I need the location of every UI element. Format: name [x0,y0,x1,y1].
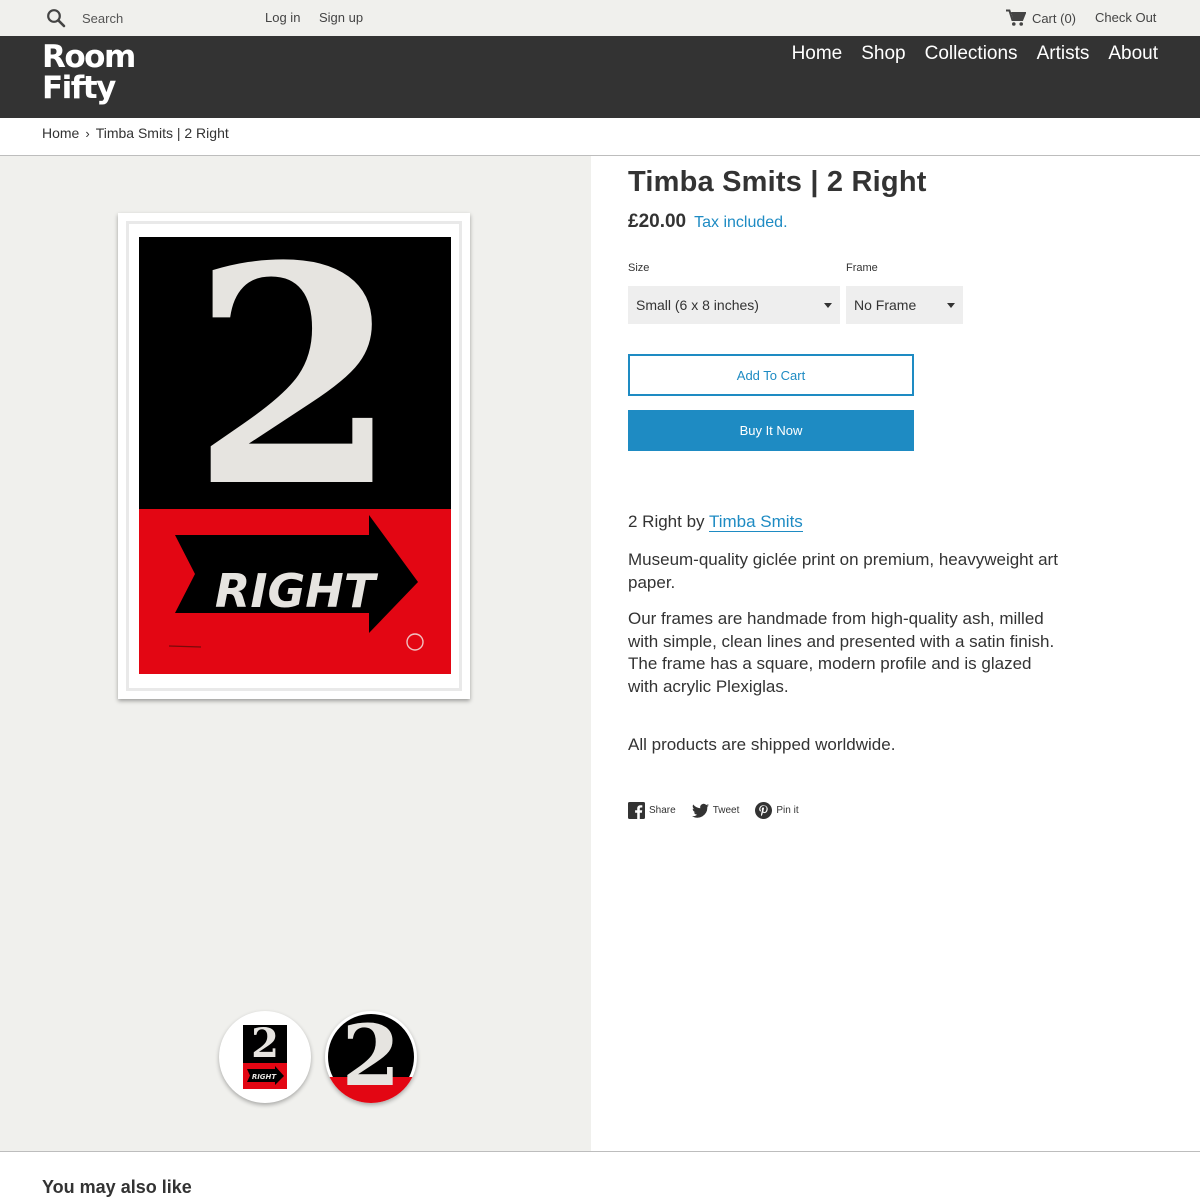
product-byline: 2 Right by Timba Smits [628,512,803,532]
artwork: 2 RIGHT [139,237,451,674]
size-select-value: Small (6 x 8 inches) [636,297,759,313]
pinterest-icon [755,802,773,819]
search-icon[interactable] [46,7,66,29]
breadcrumb: Home › Timba Smits | 2 Right [42,125,229,141]
breadcrumb-home[interactable]: Home [42,125,79,141]
frame-select[interactable]: No Frame [846,286,963,324]
pinterest-share-label: Pin it [776,805,799,816]
pinterest-share-button[interactable]: Pin it [755,802,799,819]
product-image[interactable]: 2 RIGHT [118,213,470,699]
product-gallery: 2 RIGHT 2 RIGHT 2 [0,156,591,1151]
chevron-down-icon [824,302,832,308]
cart-label: Cart (0) [1031,10,1076,26]
nav-item-collections[interactable]: Collections [925,42,1018,66]
twitter-icon [691,803,709,818]
byline-prefix: 2 Right by [628,512,709,531]
related-products-heading: You may also like [42,1177,192,1197]
social-share: Share Tweet Pin it [628,802,799,819]
site-header: Room Fifty Home Shop Collections Artists… [0,36,1200,118]
add-to-cart-button[interactable]: Add To Cart [628,354,914,396]
facebook-share-button[interactable]: Share [628,802,676,819]
breadcrumb-separator: › [85,125,90,141]
logo-line-1: Room [42,39,136,75]
price-row: £20.00 Tax included. [628,211,788,233]
product-description-paper: Museum-quality giclée print on premium, … [628,550,1058,592]
thumbnail-list: 2 RIGHT 2 [0,1011,591,1103]
cart-link[interactable]: Cart (0) [1005,8,1076,28]
thumbnail-arrow-text: RIGHT [251,1073,277,1081]
nav-item-about[interactable]: About [1108,42,1158,66]
frame-select-value: No Frame [854,297,917,313]
cart-icon [1005,9,1026,26]
facebook-icon [628,802,645,819]
nav-item-shop[interactable]: Shop [861,42,905,66]
product-price: £20.00 [628,211,687,232]
logo[interactable]: Room Fifty [42,39,136,106]
search-input[interactable] [82,8,242,28]
size-label: Size [628,262,650,274]
divider [0,1151,1200,1152]
artwork-numeral: 2 [191,237,400,553]
logo-line-2: Fifty [42,70,116,106]
nav-item-home[interactable]: Home [792,42,843,66]
product-description-frames: Our frames are handmade from high-qualit… [628,609,1055,696]
twitter-share-label: Tweet [712,805,740,816]
artist-link[interactable]: Timba Smits [708,512,803,532]
thumbnail-full-print[interactable]: 2 RIGHT [218,1011,311,1103]
frame-label: Frame [846,262,878,274]
main-nav: Home Shop Collections Artists About [792,42,1158,66]
product-title: Timba Smits | 2 Right [628,166,927,198]
size-select[interactable]: Small (6 x 8 inches) [628,286,840,324]
signup-link[interactable]: Sign up [319,10,363,26]
checkout-link[interactable]: Check Out [1095,10,1156,26]
nav-item-artists[interactable]: Artists [1037,42,1090,66]
thumbnail-numeral: 2 [251,1020,279,1067]
chevron-down-icon [947,302,955,308]
utility-bar: Log in Sign up Cart (0) Check Out [0,0,1200,36]
facebook-share-label: Share [649,805,676,816]
twitter-share-button[interactable]: Tweet [691,802,740,819]
product-description-shipping: All products are shipped worldwide. [628,735,896,754]
breadcrumb-current: Timba Smits | 2 Right [95,125,229,141]
tax-note: Tax included. [694,214,788,231]
login-link[interactable]: Log in [265,10,300,26]
thumbnail-detail[interactable]: 2 [324,1011,417,1103]
artwork-arrow-text: RIGHT [215,564,379,618]
buy-now-button[interactable]: Buy It Now [628,410,914,451]
thumbnail-detail-numeral: 2 [341,1011,399,1103]
